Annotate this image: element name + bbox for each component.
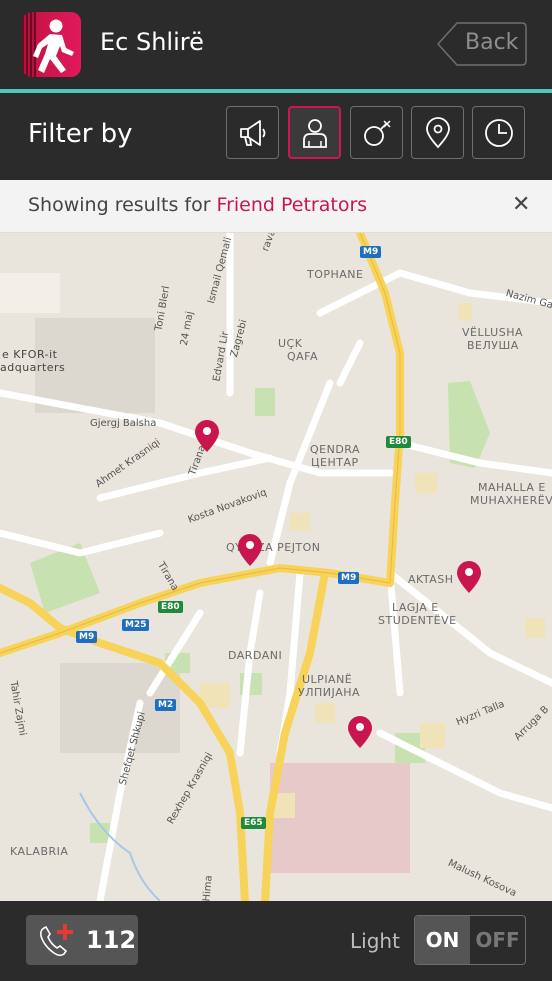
filter-gender-button[interactable] xyxy=(350,106,403,159)
road-shield-e65: E65 xyxy=(241,817,266,829)
light-label: Light xyxy=(350,929,400,953)
road-shield-m9: M9 xyxy=(360,246,382,258)
incident-pin-2[interactable] xyxy=(236,533,264,567)
incident-pin-3[interactable] xyxy=(455,560,483,594)
incident-pin-4[interactable] xyxy=(346,715,374,749)
map-label-ulpiane: ULPIANË xyxy=(302,673,353,686)
megaphone-icon xyxy=(239,119,265,146)
map-label-muhaxhereve: MUHAXHERËVE xyxy=(470,494,552,507)
map-label-tophane: TOPHANE xyxy=(307,268,364,281)
emergency-number: 112 xyxy=(86,926,137,954)
back-label: Back xyxy=(465,30,519,55)
map-label-aktash: AKTASH xyxy=(408,573,454,586)
map-label-qafa: QAFA xyxy=(287,350,319,363)
map-label-vellusha-cyr: ВЕЛУША xyxy=(467,339,519,352)
map-label-kalabria: KALABRIA xyxy=(10,845,69,858)
road-shield-e80: E80 xyxy=(386,436,411,448)
filter-person-button[interactable] xyxy=(288,106,341,159)
walking-person-icon xyxy=(22,12,81,77)
map-label-kfor: e KFOR-it xyxy=(2,348,58,361)
bottom-bar: 112 Light ON OFF xyxy=(0,901,552,981)
results-text: Showing results for Friend Petrators xyxy=(28,194,367,216)
map-label-studenteve: STUDENTËVE xyxy=(378,614,457,627)
map-label-vellusha: VËLLUSHA xyxy=(462,326,524,339)
results-filter-name: Friend Petrators xyxy=(216,194,368,216)
male-symbol-icon xyxy=(363,119,391,146)
light-toggle[interactable]: ON OFF xyxy=(414,915,526,965)
map-label-lagja: LAGJA E xyxy=(392,601,439,614)
close-icon[interactable]: ✕ xyxy=(512,192,530,217)
filter-label: Filter by xyxy=(28,119,133,149)
map-view[interactable]: TOPHANE VËLLUSHA ВЕЛУША UÇK QAFA QENDRA … xyxy=(0,233,552,901)
map-label-mahalla: MAHALLA E xyxy=(478,481,546,494)
filter-bar: Filter by xyxy=(0,93,552,180)
phone-emergency-icon xyxy=(40,924,73,957)
road-label-gjergj: Gjergj Balsha xyxy=(90,418,157,429)
map-label-uck: UÇK xyxy=(278,337,303,350)
road-shield-m9-left: M9 xyxy=(76,631,98,643)
person-icon xyxy=(302,118,327,148)
results-banner: Showing results for Friend Petrators ✕ xyxy=(0,180,552,233)
map-label-dardani: DARDANI xyxy=(228,649,283,662)
road-shield-m25: M25 xyxy=(122,619,150,631)
road-shield-m2: M2 xyxy=(155,699,177,711)
map-label-ulpiane-cyr: УЛПИЈАНА xyxy=(298,686,361,699)
road-label-hima: Hima xyxy=(201,874,215,901)
app-header: Ec Shlirë Back xyxy=(0,0,552,89)
location-pin-icon xyxy=(425,116,450,148)
map-label-qendra: QENDRA xyxy=(310,443,361,456)
incident-pin-1[interactable] xyxy=(193,419,221,453)
app-title: Ec Shlirë xyxy=(100,28,204,56)
clock-icon xyxy=(484,118,513,147)
light-toggle-on[interactable]: ON xyxy=(415,916,470,964)
road-shield-e80-left: E80 xyxy=(158,601,183,613)
emergency-call-button[interactable]: 112 xyxy=(26,915,138,965)
map-label-headquarters: adquarters xyxy=(0,361,66,374)
map-label-qendra-cyr: ЦЕНТАР xyxy=(311,456,359,469)
back-button[interactable]: Back xyxy=(437,22,527,66)
filter-location-button[interactable] xyxy=(411,106,464,159)
light-toggle-off[interactable]: OFF xyxy=(470,916,525,964)
filter-megaphone-button[interactable] xyxy=(226,106,279,159)
results-prefix: Showing results for xyxy=(28,194,217,216)
road-shield-m9-mid: M9 xyxy=(338,572,360,584)
filter-time-button[interactable] xyxy=(472,106,525,159)
